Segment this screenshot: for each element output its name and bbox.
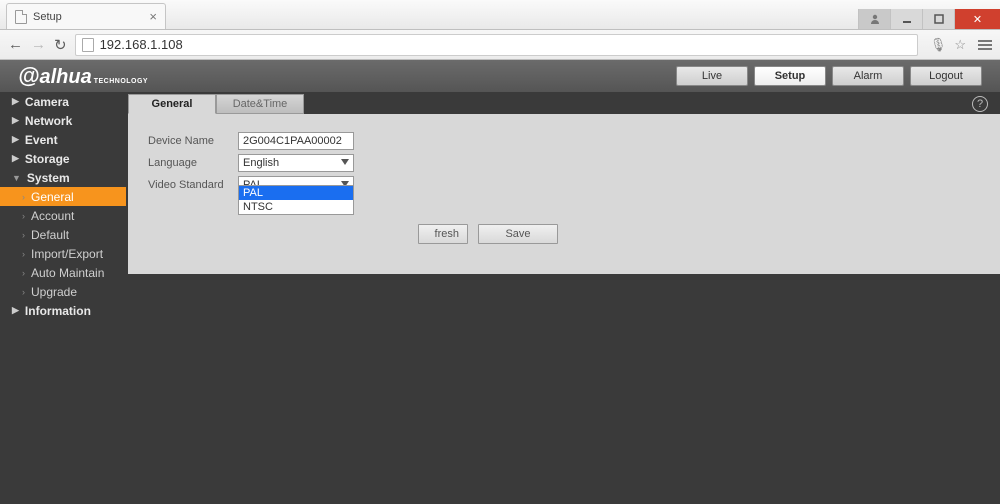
- option-ntsc[interactable]: NTSC: [239, 200, 353, 214]
- user-icon[interactable]: [858, 9, 890, 29]
- sidebar-item-information[interactable]: ▶Information: [0, 301, 126, 320]
- content-tabs: General Date&Time: [128, 94, 1000, 114]
- label-video-standard: Video Standard: [148, 179, 238, 191]
- sidebar-item-default[interactable]: ›Default: [0, 225, 126, 244]
- chevron-right-icon: ▶: [12, 115, 19, 126]
- sidebar-item-camera[interactable]: ▶Camera: [0, 92, 126, 111]
- video-standard-dropdown: PAL NTSC: [238, 185, 354, 215]
- chevron-right-icon: ▶: [12, 134, 19, 145]
- refresh-button[interactable]: fresh: [418, 224, 468, 244]
- sidebar-item-auto-maintain[interactable]: ›Auto Maintain: [0, 263, 126, 282]
- tab-alarm[interactable]: Alarm: [832, 66, 904, 86]
- browser-tab[interactable]: Setup ×: [6, 3, 166, 29]
- chevron-right-icon: ›: [22, 249, 25, 259]
- reload-icon[interactable]: ↻: [54, 36, 67, 54]
- chevron-down-icon: [341, 159, 349, 165]
- label-language: Language: [148, 157, 238, 169]
- chevron-right-icon: ›: [22, 211, 25, 221]
- tab-setup[interactable]: Setup: [754, 66, 826, 86]
- page-icon: [15, 10, 27, 24]
- sidebar-item-account[interactable]: ›Account: [0, 206, 126, 225]
- tab-close-icon[interactable]: ×: [149, 9, 157, 24]
- sidebar-item-system[interactable]: ▼System: [0, 168, 126, 187]
- forward-icon[interactable]: →: [31, 36, 46, 53]
- sidebar-item-storage[interactable]: ▶Storage: [0, 149, 126, 168]
- chevron-right-icon: ›: [22, 287, 25, 297]
- window-close-icon[interactable]: ✕: [954, 9, 1000, 29]
- tab-title: Setup: [33, 11, 62, 23]
- content-tab-general[interactable]: General: [128, 94, 216, 114]
- sidebar: ▶Camera ▶Network ▶Event ▶Storage ▼System…: [0, 92, 126, 504]
- url-text: 192.168.1.108: [100, 37, 183, 52]
- back-icon[interactable]: ←: [8, 36, 23, 53]
- logo: @alhuaTECHNOLOGY: [18, 63, 148, 89]
- microphone-icon[interactable]: 🎙: [930, 37, 947, 53]
- label-device-name: Device Name: [148, 135, 238, 147]
- help-icon[interactable]: ?: [972, 96, 988, 112]
- sidebar-item-general[interactable]: ›General: [0, 187, 126, 206]
- save-button[interactable]: Save: [478, 224, 558, 244]
- browser-addressbar: ← → ↻ 192.168.1.108 🎙 ☆: [0, 30, 1000, 60]
- chevron-right-icon: ›: [22, 268, 25, 278]
- browser-titlebar: Setup × ✕: [0, 0, 1000, 30]
- maximize-icon[interactable]: [922, 9, 954, 29]
- chevron-right-icon: ▶: [12, 305, 19, 316]
- chevron-down-icon: ▼: [12, 173, 21, 183]
- sidebar-item-event[interactable]: ▶Event: [0, 130, 126, 149]
- minimize-icon[interactable]: [890, 9, 922, 29]
- star-icon[interactable]: ☆: [954, 37, 966, 53]
- chevron-right-icon: ▶: [12, 153, 19, 164]
- app-header: @alhuaTECHNOLOGY Live Setup Alarm Logout: [0, 60, 1000, 92]
- chevron-right-icon: ▶: [12, 96, 19, 107]
- address-input[interactable]: 192.168.1.108: [75, 34, 918, 56]
- sidebar-item-import-export[interactable]: ›Import/Export: [0, 244, 126, 263]
- window-buttons: ✕: [858, 9, 1000, 29]
- language-select[interactable]: English: [238, 154, 354, 172]
- sidebar-item-upgrade[interactable]: ›Upgrade: [0, 282, 126, 301]
- tab-live[interactable]: Live: [676, 66, 748, 86]
- chevron-right-icon: ›: [22, 230, 25, 240]
- settings-panel: Device Name Language English Video Stand…: [128, 114, 1000, 274]
- device-name-input[interactable]: [238, 132, 354, 150]
- tab-logout[interactable]: Logout: [910, 66, 982, 86]
- menu-icon[interactable]: [978, 40, 992, 50]
- chevron-right-icon: ›: [22, 192, 25, 202]
- content-tab-datetime[interactable]: Date&Time: [216, 94, 304, 114]
- content-area: General Date&Time ? Device Name Language…: [126, 92, 1000, 504]
- top-tabs: Live Setup Alarm Logout: [676, 66, 982, 86]
- page-icon: [82, 38, 94, 52]
- sidebar-item-network[interactable]: ▶Network: [0, 111, 126, 130]
- option-pal[interactable]: PAL: [239, 186, 353, 200]
